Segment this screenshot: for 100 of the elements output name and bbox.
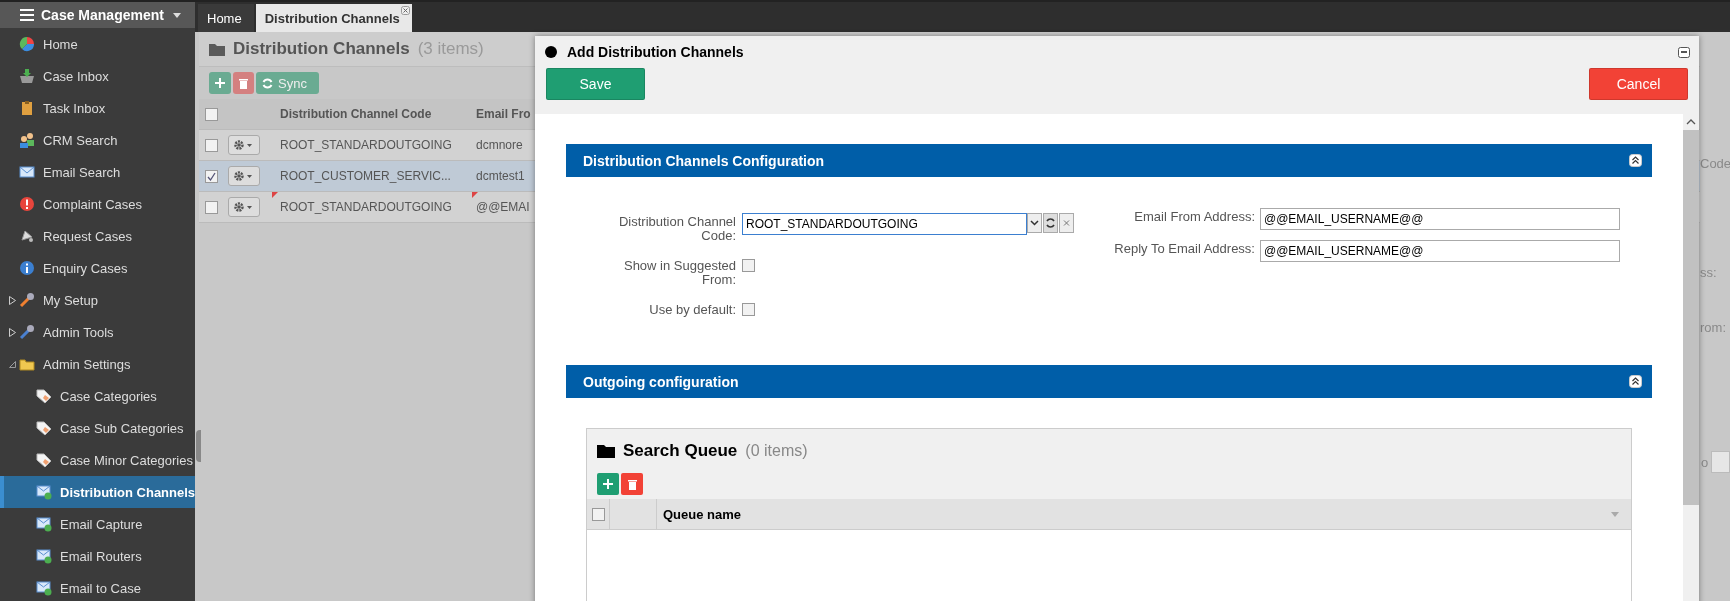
checkbox[interactable] (742, 303, 755, 316)
info-icon (19, 260, 35, 276)
sidebar-item[interactable]: Home (0, 28, 195, 60)
collapse-icon[interactable] (1629, 375, 1642, 388)
sidebar-item[interactable]: Enquiry Cases (0, 252, 195, 284)
maximize-icon[interactable] (1678, 46, 1690, 58)
checkbox[interactable] (205, 107, 218, 121)
bell-icon (19, 228, 35, 244)
sidebar-item[interactable]: Case Sub Categories (0, 412, 195, 444)
table-cell-text: ROOT_STANDARDOUTGOING (279, 138, 453, 152)
add-button[interactable] (597, 473, 619, 495)
sidebar-item[interactable]: Admin Settings (0, 348, 195, 380)
section-header[interactable]: Distribution Channels Configuration (566, 144, 1652, 177)
sidebar-item-label: Email Search (43, 164, 121, 180)
row-actions-button[interactable] (228, 166, 260, 186)
caret-icon[interactable] (1611, 511, 1619, 517)
collapse-handle[interactable] (196, 430, 201, 462)
sidebar-item[interactable]: Email Routers (0, 540, 195, 572)
form-label: ss: (1700, 265, 1718, 280)
checkbox[interactable] (205, 138, 218, 152)
field-label: Show in Suggested From: (622, 257, 736, 287)
field-label: Use by default: (648, 301, 736, 317)
tab[interactable]: Distribution Channels (255, 4, 412, 32)
dialog-title: Add Distribution Channels (567, 44, 745, 60)
sidebar-item[interactable]: Email to Case (0, 572, 195, 601)
column-header[interactable]: Email Fro (472, 107, 531, 121)
sidebar-item-label: Email to Case (60, 580, 141, 596)
combo-field[interactable]: ROOT_STANDARDOUTGOING (742, 213, 1027, 235)
pie-chart-icon (19, 36, 35, 52)
checkbox[interactable] (591, 507, 605, 521)
sidebar-item[interactable]: Request Cases (0, 220, 195, 252)
input-field[interactable] (1711, 451, 1730, 473)
delete-button[interactable] (233, 72, 254, 94)
envelope-icon (19, 164, 35, 180)
list-title: Distribution Channels (233, 39, 410, 59)
sidebar-item-label: Case Inbox (43, 68, 109, 84)
envelope-icon (36, 548, 52, 564)
sidebar-item[interactable]: Email Capture (0, 508, 195, 540)
section-header[interactable]: Outgoing configuration (566, 365, 1652, 398)
sidebar-item-label: Email Routers (60, 548, 142, 564)
gear-icon (234, 202, 254, 212)
envelope-icon (36, 580, 52, 596)
sidebar-item[interactable]: Admin Tools (0, 316, 195, 348)
sidebar-item-label: Case Sub Categories (60, 420, 184, 436)
sidebar-item[interactable]: Task Inbox (0, 92, 195, 124)
gear-icon (234, 171, 254, 181)
refresh-icon (262, 77, 273, 89)
sidebar-item[interactable]: Complaint Cases (0, 188, 195, 220)
sidebar-item-label: Complaint Cases (43, 196, 142, 212)
sidebar-item-label: Enquiry Cases (43, 260, 128, 276)
grid-title: Search Queue (623, 441, 738, 461)
exclamation-icon (19, 196, 35, 212)
table-cell-text: dcmtest1 (475, 169, 525, 183)
sidebar-item[interactable]: CRM Search (0, 124, 195, 156)
table-cell: @@EMAI (472, 200, 530, 214)
sidebar-header[interactable]: Case Management (0, 2, 195, 28)
dot-icon (545, 46, 557, 58)
cancel-button[interactable]: Cancel (1589, 68, 1688, 100)
sidebar-item[interactable]: Email Search (0, 156, 195, 188)
trash-icon (627, 478, 637, 490)
table-cell-text: dcmnore (475, 138, 523, 152)
dropdown-icon[interactable] (1027, 213, 1042, 233)
sidebar-item-label: Distribution Channels (60, 484, 196, 500)
sidebar-item[interactable]: Case Categories (0, 380, 195, 412)
scroll-up-icon[interactable] (1686, 119, 1696, 125)
column-header[interactable]: Distribution Channel Code (272, 107, 472, 121)
folder-icon (19, 356, 35, 372)
refresh-icon[interactable] (1043, 213, 1058, 233)
clipboard-icon (19, 100, 35, 116)
field-label: Reply To Email Address: (1113, 240, 1255, 256)
caret-icon (173, 12, 181, 18)
sidebar-item-label: Task Inbox (43, 100, 106, 116)
sidebar-item[interactable]: Case Minor Categories (0, 444, 195, 476)
scrollbar[interactable] (1683, 114, 1699, 601)
tag-icon (36, 420, 52, 436)
checkbox[interactable] (205, 200, 218, 214)
envelope-icon (36, 484, 52, 500)
tab[interactable]: Home (198, 4, 254, 32)
envelope-icon (36, 516, 52, 532)
input-field[interactable]: @@EMAIL_USERNAME@@ (1260, 240, 1620, 262)
sidebar-item[interactable]: My Setup (0, 284, 195, 316)
row-actions-button[interactable] (228, 197, 260, 217)
sidebar-item[interactable]: Distribution Channels (0, 476, 195, 508)
form-label: rom: (1700, 320, 1727, 335)
delete-button[interactable] (621, 473, 643, 495)
sidebar-item-label: Email Capture (60, 516, 143, 532)
checkbox[interactable] (205, 169, 218, 183)
checkbox[interactable] (742, 259, 755, 272)
row-actions-button[interactable] (228, 135, 260, 155)
sidebar-item-label: Case Minor Categories (60, 452, 193, 468)
wrench-icon (19, 324, 35, 340)
gear-icon (234, 140, 254, 150)
basket-icon (19, 68, 35, 84)
input-field[interactable]: @@EMAIL_USERNAME@@ (1260, 208, 1620, 230)
sidebar-item-label: Admin Tools (43, 324, 114, 340)
close-icon[interactable] (400, 6, 410, 15)
collapse-icon[interactable] (1629, 154, 1642, 167)
folder-icon (597, 444, 615, 458)
sidebar-item[interactable]: Case Inbox (0, 60, 195, 92)
add-button[interactable] (209, 72, 231, 94)
